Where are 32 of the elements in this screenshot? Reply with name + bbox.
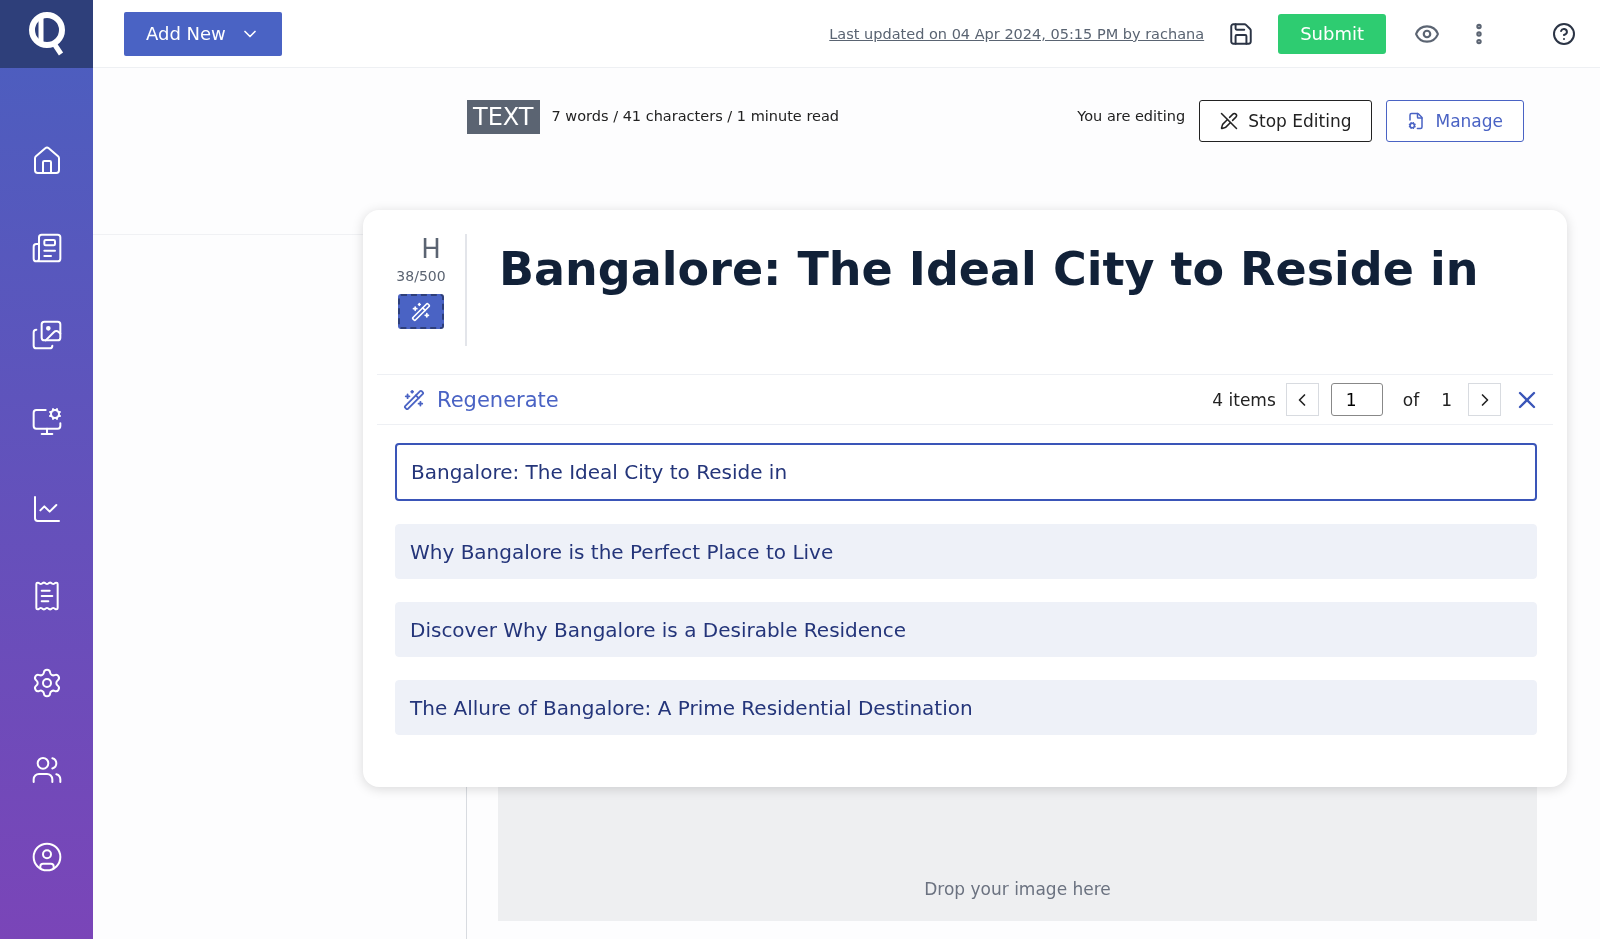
magic-wand-icon [403, 388, 425, 411]
add-new-button[interactable]: Add New [124, 11, 282, 56]
headline-suggestion[interactable]: Discover Why Bangalore is a Desirable Residence [395, 602, 1537, 657]
character-counter: 38/500 [396, 268, 446, 284]
manage-button[interactable]: Manage [1386, 100, 1524, 142]
page-input[interactable]: 1 [1330, 383, 1383, 416]
text-badge: TEXT [467, 100, 540, 134]
word-stats: 7 words / 41 characters / 1 minute read [551, 108, 840, 124]
logo-icon [26, 10, 67, 58]
headline-suggestion[interactable]: Why Bangalore is the Perfect Place to Live [395, 524, 1537, 579]
save-icon[interactable] [1228, 20, 1255, 47]
user-circle-icon[interactable] [30, 841, 63, 873]
headline-suggestion[interactable]: Bangalore: The Ideal City to Reside in [395, 443, 1537, 501]
drop-hint: Drop your image here [924, 879, 1111, 899]
magic-wand-icon [411, 301, 431, 322]
last-updated-link[interactable]: Last updated on 04 Apr 2024, 05:15 PM by rachana [829, 25, 1205, 42]
headline-text[interactable]: Bangalore: The Ideal City to Reside in [499, 242, 1479, 374]
image-drop-zone[interactable]: Drop your image here [498, 787, 1537, 921]
items-count: 4 items [1212, 389, 1276, 410]
pen-off-icon [1220, 112, 1239, 130]
heading-type-label: H [421, 234, 441, 264]
regenerate-button[interactable]: Regenerate [403, 387, 559, 412]
headline-suggestion[interactable]: The Allure of Bangalore: A Prime Residential Destination [395, 680, 1537, 735]
stop-editing-button[interactable]: Stop Editing [1199, 100, 1373, 142]
of-label: of [1402, 389, 1420, 410]
total-pages: 1 [1441, 389, 1452, 410]
ai-wand-button[interactable] [398, 294, 444, 329]
image-gallery-icon[interactable] [30, 319, 63, 351]
help-icon[interactable] [1552, 21, 1576, 46]
editing-label: You are editing [1077, 108, 1186, 124]
users-icon[interactable] [30, 754, 63, 786]
document-gear-icon [1407, 112, 1426, 130]
